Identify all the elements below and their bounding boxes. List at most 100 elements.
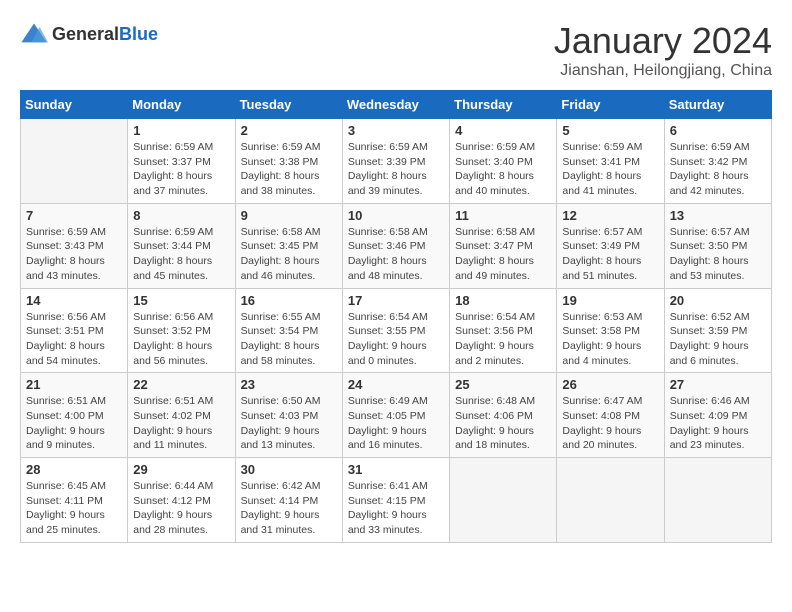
calendar-cell: 4 Sunrise: 6:59 AMSunset: 3:40 PMDaylight… <box>450 119 557 204</box>
calendar-cell: 25 Sunrise: 6:48 AMSunset: 4:06 PMDayligh… <box>450 373 557 458</box>
day-info: Sunrise: 6:57 AMSunset: 3:50 PMDaylight:… <box>670 225 766 284</box>
day-info: Sunrise: 6:54 AMSunset: 3:55 PMDaylight:… <box>348 310 444 369</box>
day-info: Sunrise: 6:59 AMSunset: 3:37 PMDaylight:… <box>133 140 229 199</box>
day-number: 23 <box>241 377 337 392</box>
day-info: Sunrise: 6:52 AMSunset: 3:59 PMDaylight:… <box>670 310 766 369</box>
calendar-cell: 6 Sunrise: 6:59 AMSunset: 3:42 PMDaylight… <box>664 119 771 204</box>
day-info: Sunrise: 6:58 AMSunset: 3:47 PMDaylight:… <box>455 225 551 284</box>
day-header-saturday: Saturday <box>664 91 771 119</box>
calendar-cell: 18 Sunrise: 6:54 AMSunset: 3:56 PMDayligh… <box>450 288 557 373</box>
day-number: 29 <box>133 462 229 477</box>
day-info: Sunrise: 6:51 AMSunset: 4:02 PMDaylight:… <box>133 394 229 453</box>
day-number: 15 <box>133 293 229 308</box>
calendar-cell: 10Sunrise: 6:58 AMSunset: 3:46 PMDayligh… <box>342 203 449 288</box>
day-info: Sunrise: 6:59 AMSunset: 3:42 PMDaylight:… <box>670 140 766 199</box>
day-number: 12 <box>562 208 658 223</box>
day-info: Sunrise: 6:56 AMSunset: 3:51 PMDaylight:… <box>26 310 122 369</box>
day-header-thursday: Thursday <box>450 91 557 119</box>
day-info: Sunrise: 6:50 AMSunset: 4:03 PMDaylight:… <box>241 394 337 453</box>
calendar-subtitle: Jianshan, Heilongjiang, China <box>554 62 772 80</box>
day-info: Sunrise: 6:46 AMSunset: 4:09 PMDaylight:… <box>670 394 766 453</box>
calendar-cell: 26 Sunrise: 6:47 AMSunset: 4:08 PMDayligh… <box>557 373 664 458</box>
day-number: 28 <box>26 462 122 477</box>
day-info: Sunrise: 6:45 AMSunset: 4:11 PMDaylight:… <box>26 479 122 538</box>
day-info: Sunrise: 6:56 AMSunset: 3:52 PMDaylight:… <box>133 310 229 369</box>
day-number: 14 <box>26 293 122 308</box>
day-number: 3 <box>348 123 444 138</box>
day-info: Sunrise: 6:58 AMSunset: 3:45 PMDaylight:… <box>241 225 337 284</box>
week-row-5: 28 Sunrise: 6:45 AMSunset: 4:11 PMDayligh… <box>21 458 772 543</box>
day-info: Sunrise: 6:59 AMSunset: 3:43 PMDaylight:… <box>26 225 122 284</box>
calendar-cell <box>450 458 557 543</box>
day-info: Sunrise: 6:53 AMSunset: 3:58 PMDaylight:… <box>562 310 658 369</box>
day-header-wednesday: Wednesday <box>342 91 449 119</box>
day-info: Sunrise: 6:59 AMSunset: 3:44 PMDaylight:… <box>133 225 229 284</box>
day-number: 13 <box>670 208 766 223</box>
day-number: 5 <box>562 123 658 138</box>
calendar-header-row: SundayMondayTuesdayWednesdayThursdayFrid… <box>21 91 772 119</box>
day-number: 22 <box>133 377 229 392</box>
calendar-cell: 8Sunrise: 6:59 AMSunset: 3:44 PMDaylight… <box>128 203 235 288</box>
day-number: 27 <box>670 377 766 392</box>
logo: GeneralBlue <box>20 20 158 48</box>
calendar-cell: 15 Sunrise: 6:56 AMSunset: 3:52 PMDayligh… <box>128 288 235 373</box>
week-row-1: 1 Sunrise: 6:59 AMSunset: 3:37 PMDaylight… <box>21 119 772 204</box>
day-info: Sunrise: 6:47 AMSunset: 4:08 PMDaylight:… <box>562 394 658 453</box>
calendar-cell: 24 Sunrise: 6:49 AMSunset: 4:05 PMDayligh… <box>342 373 449 458</box>
day-info: Sunrise: 6:54 AMSunset: 3:56 PMDaylight:… <box>455 310 551 369</box>
calendar-cell: 20Sunrise: 6:52 AMSunset: 3:59 PMDayligh… <box>664 288 771 373</box>
day-info: Sunrise: 6:48 AMSunset: 4:06 PMDaylight:… <box>455 394 551 453</box>
calendar-cell: 21Sunrise: 6:51 AMSunset: 4:00 PMDayligh… <box>21 373 128 458</box>
logo-blue-text: Blue <box>119 24 158 44</box>
calendar-cell: 16 Sunrise: 6:55 AMSunset: 3:54 PMDayligh… <box>235 288 342 373</box>
calendar-cell: 30Sunrise: 6:42 AMSunset: 4:14 PMDayligh… <box>235 458 342 543</box>
day-info: Sunrise: 6:57 AMSunset: 3:49 PMDaylight:… <box>562 225 658 284</box>
day-number: 31 <box>348 462 444 477</box>
calendar-cell: 19 Sunrise: 6:53 AMSunset: 3:58 PMDayligh… <box>557 288 664 373</box>
day-number: 26 <box>562 377 658 392</box>
day-header-sunday: Sunday <box>21 91 128 119</box>
calendar-cell: 1 Sunrise: 6:59 AMSunset: 3:37 PMDaylight… <box>128 119 235 204</box>
calendar-cell: 29Sunrise: 6:44 AMSunset: 4:12 PMDayligh… <box>128 458 235 543</box>
day-number: 4 <box>455 123 551 138</box>
day-info: Sunrise: 6:59 AMSunset: 3:40 PMDaylight:… <box>455 140 551 199</box>
day-number: 6 <box>670 123 766 138</box>
calendar-cell <box>664 458 771 543</box>
calendar-cell: 31 Sunrise: 6:41 AMSunset: 4:15 PMDayligh… <box>342 458 449 543</box>
calendar-cell: 27 Sunrise: 6:46 AMSunset: 4:09 PMDayligh… <box>664 373 771 458</box>
title-area: January 2024 Jianshan, Heilongjiang, Chi… <box>554 20 772 80</box>
day-number: 30 <box>241 462 337 477</box>
day-number: 16 <box>241 293 337 308</box>
day-header-friday: Friday <box>557 91 664 119</box>
day-info: Sunrise: 6:59 AMSunset: 3:38 PMDaylight:… <box>241 140 337 199</box>
logo-icon <box>20 20 48 48</box>
day-number: 1 <box>133 123 229 138</box>
day-number: 19 <box>562 293 658 308</box>
calendar-title: January 2024 <box>554 20 772 62</box>
day-number: 18 <box>455 293 551 308</box>
day-number: 24 <box>348 377 444 392</box>
day-info: Sunrise: 6:49 AMSunset: 4:05 PMDaylight:… <box>348 394 444 453</box>
calendar-cell: 22 Sunrise: 6:51 AMSunset: 4:02 PMDayligh… <box>128 373 235 458</box>
day-info: Sunrise: 6:58 AMSunset: 3:46 PMDaylight:… <box>348 225 444 284</box>
logo-general-text: General <box>52 24 119 44</box>
day-info: Sunrise: 6:55 AMSunset: 3:54 PMDaylight:… <box>241 310 337 369</box>
calendar-cell <box>21 119 128 204</box>
day-number: 7 <box>26 208 122 223</box>
day-info: Sunrise: 6:41 AMSunset: 4:15 PMDaylight:… <box>348 479 444 538</box>
day-header-tuesday: Tuesday <box>235 91 342 119</box>
calendar-cell: 5 Sunrise: 6:59 AMSunset: 3:41 PMDaylight… <box>557 119 664 204</box>
week-row-3: 14 Sunrise: 6:56 AMSunset: 3:51 PMDayligh… <box>21 288 772 373</box>
calendar-cell: 7 Sunrise: 6:59 AMSunset: 3:43 PMDaylight… <box>21 203 128 288</box>
day-info: Sunrise: 6:51 AMSunset: 4:00 PMDaylight:… <box>26 394 122 453</box>
week-row-2: 7 Sunrise: 6:59 AMSunset: 3:43 PMDaylight… <box>21 203 772 288</box>
day-info: Sunrise: 6:59 AMSunset: 3:41 PMDaylight:… <box>562 140 658 199</box>
calendar-cell: 3Sunrise: 6:59 AMSunset: 3:39 PMDaylight… <box>342 119 449 204</box>
day-number: 25 <box>455 377 551 392</box>
calendar-cell: 11Sunrise: 6:58 AMSunset: 3:47 PMDayligh… <box>450 203 557 288</box>
calendar-cell: 2Sunrise: 6:59 AMSunset: 3:38 PMDaylight… <box>235 119 342 204</box>
calendar-cell: 9Sunrise: 6:58 AMSunset: 3:45 PMDaylight… <box>235 203 342 288</box>
calendar-cell: 28 Sunrise: 6:45 AMSunset: 4:11 PMDayligh… <box>21 458 128 543</box>
calendar-table: SundayMondayTuesdayWednesdayThursdayFrid… <box>20 90 772 543</box>
header: GeneralBlue January 2024 Jianshan, Heilo… <box>20 20 772 80</box>
